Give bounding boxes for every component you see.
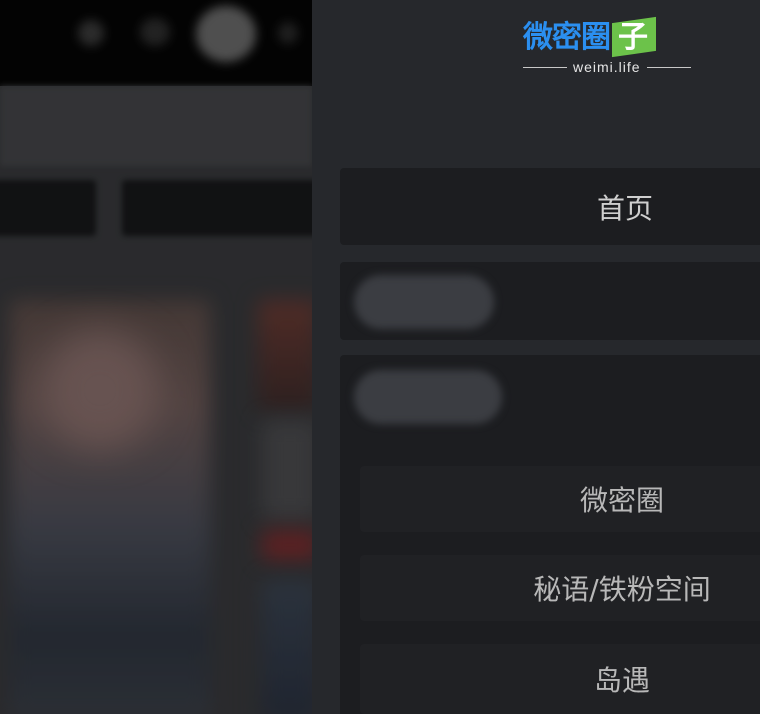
logo[interactable]: 微密圈 子 weimi.life	[523, 16, 723, 76]
screen: 微密圈 子 weimi.life 首页 微密圈 秘语/铁粉空间 岛遇	[0, 0, 760, 714]
logo-brand-text: 微密圈	[523, 20, 611, 55]
submenu-item-label: 微密圈	[579, 484, 664, 517]
submenu-item-weimiquan[interactable]: 微密圈	[360, 466, 760, 532]
dim-overlay[interactable]	[0, 0, 312, 714]
blurred-label	[354, 275, 494, 329]
logo-flag: 子	[612, 16, 656, 58]
menu-item-blurred[interactable]	[340, 262, 760, 340]
logo-flag-char: 子	[618, 20, 648, 55]
menu-item-home[interactable]: 首页	[340, 168, 760, 245]
logo-mark: 微密圈 子	[523, 16, 656, 58]
blurred-label	[354, 370, 502, 424]
menu-item-label: 首页	[596, 191, 653, 225]
submenu-item-label: 秘语/铁粉空间	[533, 573, 711, 606]
submenu-item-daoyu[interactable]: 岛遇	[360, 644, 760, 714]
side-drawer: 微密圈 子 weimi.life 首页 微密圈 秘语/铁粉空间 岛遇	[312, 0, 760, 714]
logo-url: weimi.life	[573, 59, 641, 75]
submenu-item-miyu[interactable]: 秘语/铁粉空间	[360, 555, 760, 621]
divider	[523, 66, 567, 68]
submenu-item-label: 岛遇	[593, 664, 650, 697]
logo-url-row: weimi.life	[523, 58, 723, 76]
divider	[646, 66, 691, 68]
background-page-blurred[interactable]	[0, 0, 312, 714]
